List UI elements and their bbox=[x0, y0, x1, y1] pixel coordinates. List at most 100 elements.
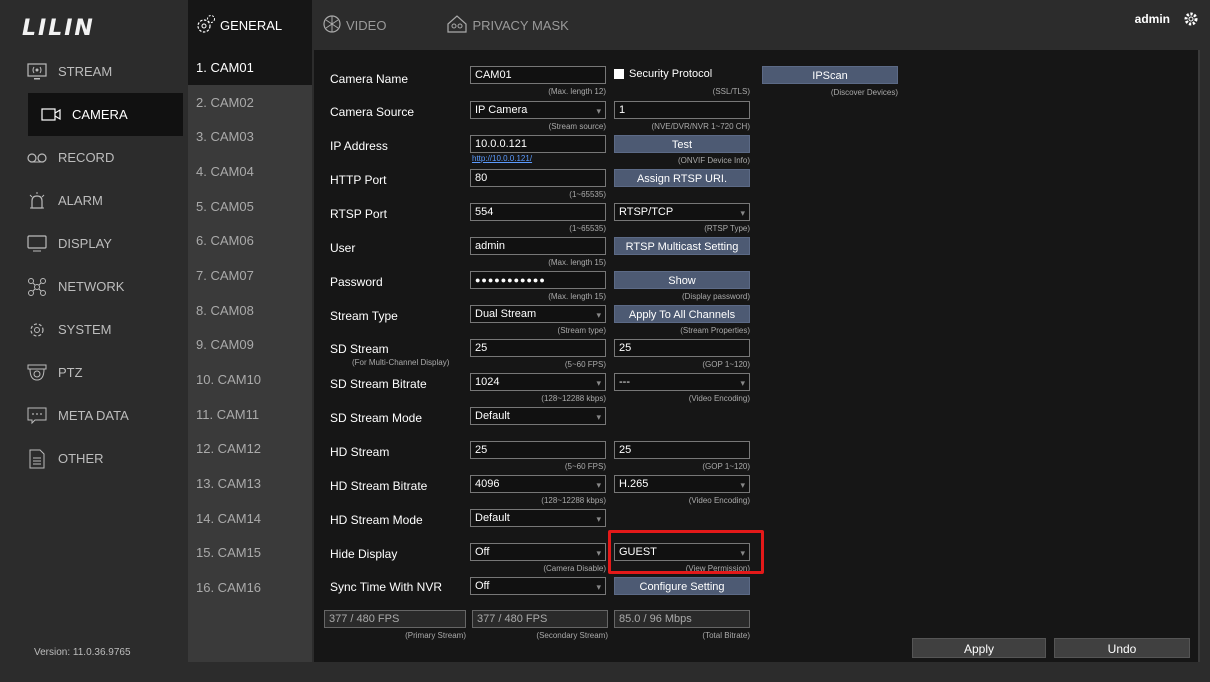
apply-to-all-hint: (Stream Properties) bbox=[680, 326, 750, 335]
camera-list-item[interactable]: 10. CAM10 bbox=[188, 362, 312, 397]
test-button[interactable]: Test bbox=[614, 135, 750, 153]
camera-list-item[interactable]: 3. CAM03 bbox=[188, 119, 312, 154]
password-hint: (Max. length 15) bbox=[548, 292, 606, 301]
hd-video-encoding-hint: (Video Encoding) bbox=[688, 496, 750, 505]
rtsp-port-label: RTSP Port bbox=[330, 207, 387, 221]
camera-list-item[interactable]: 5. CAM05 bbox=[188, 189, 312, 224]
nav-label: OTHER bbox=[58, 451, 104, 466]
nav-item-meta-data[interactable]: META DATA bbox=[0, 394, 183, 437]
camera-list-item[interactable]: 14. CAM14 bbox=[188, 501, 312, 536]
sync-time-label: Sync Time With NVR bbox=[330, 580, 443, 594]
assign-rtsp-uri-button[interactable]: Assign RTSP URI. bbox=[614, 169, 750, 187]
nav-label: SYSTEM bbox=[58, 322, 112, 337]
nav-item-display[interactable]: DISPLAY bbox=[0, 222, 183, 265]
nav-item-stream[interactable]: STREAM bbox=[0, 50, 183, 93]
hd-stream-mode-select[interactable]: Default bbox=[470, 509, 606, 527]
primary-stream-stat: 377 / 480 FPS bbox=[324, 610, 466, 628]
channel-hint: (NVE/DVR/NVR 1~720 CH) bbox=[651, 122, 750, 131]
camera-list-item[interactable]: 13. CAM13 bbox=[188, 466, 312, 501]
rtsp-type-select[interactable]: RTSP/TCP bbox=[614, 203, 750, 221]
rtsp-port-input[interactable]: 554 bbox=[470, 203, 606, 221]
hd-stream-bitrate-select[interactable]: 4096 bbox=[470, 475, 606, 493]
hd-stream-gop-input[interactable]: 25 bbox=[614, 441, 750, 459]
nav-label: DISPLAY bbox=[58, 236, 112, 251]
sd-stream-fps-input[interactable]: 25 bbox=[470, 339, 606, 357]
configure-setting-button[interactable]: Configure Setting bbox=[614, 577, 750, 595]
hd-stream-bitrate-hint: (128~12288 kbps) bbox=[541, 496, 606, 505]
hd-stream-bitrate-label: HD Stream Bitrate bbox=[330, 479, 428, 493]
security-protocol-checkbox[interactable]: Security Protocol bbox=[614, 68, 712, 80]
hd-video-encoding-select[interactable]: H.265 bbox=[614, 475, 750, 493]
apply-button[interactable]: Apply bbox=[912, 638, 1046, 658]
nav-label: RECORD bbox=[58, 150, 115, 165]
apply-to-all-channels-button[interactable]: Apply To All Channels bbox=[614, 305, 750, 323]
sd-video-encoding-select[interactable]: --- bbox=[614, 373, 750, 391]
camera-list-item[interactable]: 6. CAM06 bbox=[188, 223, 312, 258]
camera-source-select[interactable]: IP Camera bbox=[470, 101, 606, 119]
ip-address-input[interactable]: 10.0.0.121 bbox=[470, 135, 606, 153]
channel-input[interactable]: 1 bbox=[614, 101, 750, 119]
camera-list-item[interactable]: 16. CAM16 bbox=[188, 570, 312, 605]
hide-display-select[interactable]: Off bbox=[470, 543, 606, 561]
http-port-label: HTTP Port bbox=[330, 173, 387, 187]
sd-stream-gop-input[interactable]: 25 bbox=[614, 339, 750, 357]
secondary-stream-hint: (Secondary Stream) bbox=[536, 631, 608, 640]
camera-list-item[interactable]: 4. CAM04 bbox=[188, 154, 312, 189]
ip-address-link[interactable]: http://10.0.0.121/ bbox=[472, 154, 532, 163]
camera-list-item[interactable]: 9. CAM09 bbox=[188, 328, 312, 363]
sync-time-select[interactable]: Off bbox=[470, 577, 606, 595]
settings-gear-icon[interactable] bbox=[1182, 10, 1200, 33]
nav-item-other[interactable]: OTHER bbox=[0, 437, 183, 480]
camera-list-item[interactable]: 8. CAM08 bbox=[188, 293, 312, 328]
nav-item-network[interactable]: NETWORK bbox=[0, 265, 183, 308]
camera-name-input[interactable]: CAM01 bbox=[470, 66, 606, 84]
rtsp-type-hint: (RTSP Type) bbox=[704, 224, 750, 233]
hide-display-hint: (Camera Disable) bbox=[543, 564, 606, 573]
camera-list-item[interactable]: 12. CAM12 bbox=[188, 432, 312, 467]
sd-stream-mode-select[interactable]: Default bbox=[470, 407, 606, 425]
camera-list-item[interactable]: 1. CAM01 bbox=[188, 50, 312, 85]
show-password-button[interactable]: Show bbox=[614, 271, 750, 289]
ipscan-button[interactable]: IPScan bbox=[762, 66, 898, 84]
alarm-icon bbox=[26, 191, 48, 210]
primary-stream-hint: (Primary Stream) bbox=[405, 631, 466, 640]
user-input[interactable]: admin bbox=[470, 237, 606, 255]
http-port-input[interactable]: 80 bbox=[470, 169, 606, 187]
sd-stream-fps-hint: (5~60 FPS) bbox=[564, 360, 606, 369]
record-icon bbox=[26, 149, 48, 167]
camera-list-item[interactable]: 7. CAM07 bbox=[188, 258, 312, 293]
nav-item-ptz[interactable]: PTZ bbox=[0, 351, 183, 394]
ip-address-label: IP Address bbox=[330, 139, 388, 153]
camera-list-item[interactable]: 11. CAM11 bbox=[188, 397, 312, 432]
tab-privacy-mask[interactable]: PRIVACY MASK bbox=[436, 0, 578, 50]
rtsp-multicast-setting-button[interactable]: RTSP Multicast Setting bbox=[614, 237, 750, 255]
top-tabs: GENERAL VIDEO PRIVACY MASK bbox=[188, 0, 579, 50]
nav-item-camera[interactable]: CAMERA bbox=[28, 93, 183, 136]
user-name[interactable]: admin bbox=[1135, 12, 1170, 26]
tab-general[interactable]: GENERAL bbox=[188, 0, 312, 50]
user-hint: (Max. length 15) bbox=[548, 258, 606, 267]
network-icon bbox=[26, 277, 48, 296]
hd-stream-label: HD Stream bbox=[330, 445, 390, 459]
camera-list-item[interactable]: 15. CAM15 bbox=[188, 536, 312, 571]
nav-item-record[interactable]: RECORD bbox=[0, 136, 183, 179]
camera-name-hint: (Max. length 12) bbox=[548, 87, 606, 96]
password-input[interactable]: ●●●●●●●●●●● bbox=[470, 271, 606, 289]
stream-icon bbox=[26, 62, 48, 81]
sd-stream-bitrate-select[interactable]: 1024 bbox=[470, 373, 606, 391]
nav-label: STREAM bbox=[58, 64, 113, 79]
security-protocol-label: Security Protocol bbox=[629, 68, 713, 80]
display-icon bbox=[26, 234, 48, 253]
camera-name-label: Camera Name bbox=[330, 72, 409, 86]
total-bitrate-hint: (Total Bitrate) bbox=[702, 631, 750, 640]
camera-source-hint: (Stream source) bbox=[548, 122, 606, 131]
user-label: User bbox=[330, 241, 356, 255]
ptz-icon bbox=[26, 364, 48, 382]
nav-item-alarm[interactable]: ALARM bbox=[0, 179, 183, 222]
hd-stream-fps-input[interactable]: 25 bbox=[470, 441, 606, 459]
camera-list-item[interactable]: 2. CAM02 bbox=[188, 85, 312, 120]
tab-video[interactable]: VIDEO bbox=[312, 0, 396, 50]
undo-button[interactable]: Undo bbox=[1054, 638, 1190, 658]
nav-item-system[interactable]: SYSTEM bbox=[0, 308, 183, 351]
stream-type-select[interactable]: Dual Stream bbox=[470, 305, 606, 323]
